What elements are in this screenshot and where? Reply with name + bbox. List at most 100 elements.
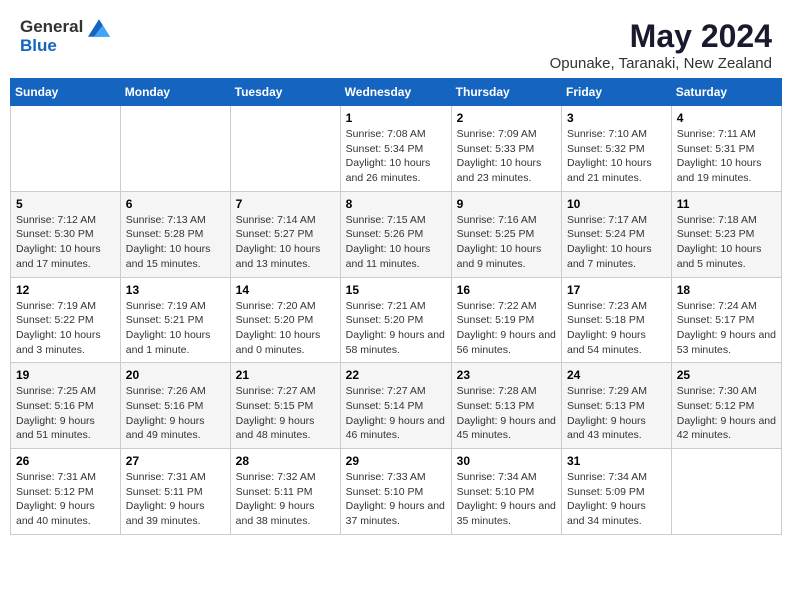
sunset-text: Sunset: 5:13 PM [567, 400, 645, 412]
calendar-cell [671, 449, 781, 535]
title-block: May 2024 Opunake, Taranaki, New Zealand [550, 18, 772, 72]
sunset-text: Sunset: 5:30 PM [16, 228, 94, 240]
calendar-cell: 30Sunrise: 7:34 AMSunset: 5:10 PMDayligh… [451, 449, 561, 535]
header: General Blue May 2024 Opunake, Taranaki,… [10, 10, 782, 78]
sunrise-text: Sunrise: 7:27 AM [236, 385, 316, 397]
sunrise-text: Sunrise: 7:22 AM [457, 300, 537, 312]
daylight-label: Daylight: 10 hours and 7 minutes. [567, 243, 652, 270]
calendar-cell: 18Sunrise: 7:24 AMSunset: 5:17 PMDayligh… [671, 277, 781, 363]
daylight-label: Daylight: 9 hours and 58 minutes. [346, 329, 445, 356]
day-info: Sunrise: 7:33 AMSunset: 5:10 PMDaylight:… [346, 470, 446, 529]
day-number: 19 [16, 368, 115, 382]
sunset-text: Sunset: 5:24 PM [567, 228, 645, 240]
day-header-monday: Monday [120, 79, 230, 106]
daylight-label: Daylight: 10 hours and 23 minutes. [457, 157, 542, 184]
sunrise-text: Sunrise: 7:31 AM [16, 471, 96, 483]
daylight-label: Daylight: 9 hours and 48 minutes. [236, 415, 315, 442]
day-number: 31 [567, 454, 666, 468]
sunset-text: Sunset: 5:18 PM [567, 314, 645, 326]
day-info: Sunrise: 7:28 AMSunset: 5:13 PMDaylight:… [457, 384, 556, 443]
header-row: SundayMondayTuesdayWednesdayThursdayFrid… [11, 79, 782, 106]
calendar-cell: 28Sunrise: 7:32 AMSunset: 5:11 PMDayligh… [230, 449, 340, 535]
sunrise-text: Sunrise: 7:19 AM [16, 300, 96, 312]
sunrise-text: Sunrise: 7:21 AM [346, 300, 426, 312]
day-header-tuesday: Tuesday [230, 79, 340, 106]
day-info: Sunrise: 7:12 AMSunset: 5:30 PMDaylight:… [16, 213, 115, 272]
day-number: 24 [567, 368, 666, 382]
day-info: Sunrise: 7:09 AMSunset: 5:33 PMDaylight:… [457, 127, 556, 186]
sunset-text: Sunset: 5:20 PM [346, 314, 424, 326]
day-header-sunday: Sunday [11, 79, 121, 106]
calendar-cell: 21Sunrise: 7:27 AMSunset: 5:15 PMDayligh… [230, 363, 340, 449]
day-number: 29 [346, 454, 446, 468]
day-info: Sunrise: 7:27 AMSunset: 5:14 PMDaylight:… [346, 384, 446, 443]
sunrise-text: Sunrise: 7:27 AM [346, 385, 426, 397]
sunset-text: Sunset: 5:12 PM [677, 400, 755, 412]
daylight-label: Daylight: 9 hours and 37 minutes. [346, 500, 445, 527]
calendar-cell: 17Sunrise: 7:23 AMSunset: 5:18 PMDayligh… [562, 277, 672, 363]
daylight-label: Daylight: 9 hours and 39 minutes. [126, 500, 205, 527]
day-number: 11 [677, 197, 776, 211]
sunrise-text: Sunrise: 7:34 AM [457, 471, 537, 483]
week-row-3: 19 Sunrise: 7:25 AMSunset: 5:16 PMDayligh… [11, 363, 782, 449]
day-number: 28 [236, 454, 335, 468]
daylight-label: Daylight: 9 hours and 56 minutes. [457, 329, 556, 356]
day-number: 20 [126, 368, 225, 382]
calendar-cell: 11Sunrise: 7:18 AMSunset: 5:23 PMDayligh… [671, 191, 781, 277]
week-row-1: 5Sunrise: 7:12 AMSunset: 5:30 PMDaylight… [11, 191, 782, 277]
week-row-4: 26Sunrise: 7:31 AMSunset: 5:12 PMDayligh… [11, 449, 782, 535]
sunset-text: Sunset: 5:31 PM [677, 143, 755, 155]
sunset-text: Sunset: 5:11 PM [126, 486, 203, 498]
day-info: Sunrise: 7:24 AMSunset: 5:17 PMDaylight:… [677, 299, 776, 358]
calendar-cell [11, 106, 121, 192]
daylight-label: Daylight: 10 hours and 5 minutes. [677, 243, 762, 270]
day-header-wednesday: Wednesday [340, 79, 451, 106]
logo-icon [88, 19, 110, 37]
day-number: 7 [236, 197, 335, 211]
day-info: Sunrise: 7:19 AMSunset: 5:21 PMDaylight:… [126, 299, 225, 358]
sunrise-text: Sunrise: 7:20 AM [236, 300, 316, 312]
week-row-2: 12 Sunrise: 7:19 AMSunset: 5:22 PMDayligh… [11, 277, 782, 363]
calendar-cell: 24Sunrise: 7:29 AMSunset: 5:13 PMDayligh… [562, 363, 672, 449]
sunset-text: Sunset: 5:34 PM [346, 143, 424, 155]
logo-general: General [20, 18, 110, 37]
daylight-label: Daylight: 9 hours and 45 minutes. [457, 415, 556, 442]
day-info: Sunrise: 7:25 AMSunset: 5:16 PMDaylight:… [16, 384, 115, 443]
day-number: 2 [457, 111, 556, 125]
calendar-cell: 19 Sunrise: 7:25 AMSunset: 5:16 PMDayligh… [11, 363, 121, 449]
day-number: 22 [346, 368, 446, 382]
calendar-cell: 26Sunrise: 7:31 AMSunset: 5:12 PMDayligh… [11, 449, 121, 535]
sunrise-text: Sunrise: 7:18 AM [677, 214, 757, 226]
sunset-text: Sunset: 5:27 PM [236, 228, 314, 240]
sunset-text: Sunset: 5:26 PM [346, 228, 424, 240]
daylight-label: Daylight: 10 hours and 3 minutes. [16, 329, 101, 356]
sunrise-text: Sunrise: 7:11 AM [677, 128, 756, 140]
calendar-cell: 23Sunrise: 7:28 AMSunset: 5:13 PMDayligh… [451, 363, 561, 449]
day-info: Sunrise: 7:20 AMSunset: 5:20 PMDaylight:… [236, 299, 335, 358]
sunrise-text: Sunrise: 7:34 AM [567, 471, 647, 483]
sunset-text: Sunset: 5:10 PM [457, 486, 535, 498]
sunrise-text: Sunrise: 7:09 AM [457, 128, 537, 140]
daylight-label: Daylight: 9 hours and 49 minutes. [126, 415, 205, 442]
day-info: Sunrise: 7:14 AMSunset: 5:27 PMDaylight:… [236, 213, 335, 272]
day-number: 25 [677, 368, 776, 382]
day-number: 12 [16, 283, 115, 297]
calendar-cell: 12 Sunrise: 7:19 AMSunset: 5:22 PMDayligh… [11, 277, 121, 363]
sunrise-text: Sunrise: 7:19 AM [126, 300, 206, 312]
day-info: Sunrise: 7:16 AMSunset: 5:25 PMDaylight:… [457, 213, 556, 272]
daylight-label: Daylight: 9 hours and 40 minutes. [16, 500, 95, 527]
daylight-label: Daylight: 9 hours and 51 minutes. [16, 415, 95, 442]
sunset-text: Sunset: 5:16 PM [16, 400, 94, 412]
calendar-cell: 15Sunrise: 7:21 AMSunset: 5:20 PMDayligh… [340, 277, 451, 363]
day-info: Sunrise: 7:19 AMSunset: 5:22 PMDaylight:… [16, 299, 115, 358]
sunset-text: Sunset: 5:14 PM [346, 400, 424, 412]
calendar-cell: 31Sunrise: 7:34 AMSunset: 5:09 PMDayligh… [562, 449, 672, 535]
sunset-text: Sunset: 5:09 PM [567, 486, 645, 498]
sunrise-text: Sunrise: 7:12 AM [16, 214, 96, 226]
page-wrapper: General Blue May 2024 Opunake, Taranaki,… [10, 10, 782, 535]
day-number: 8 [346, 197, 446, 211]
calendar-cell: 20Sunrise: 7:26 AMSunset: 5:16 PMDayligh… [120, 363, 230, 449]
day-number: 16 [457, 283, 556, 297]
calendar-cell: 25Sunrise: 7:30 AMSunset: 5:12 PMDayligh… [671, 363, 781, 449]
sunrise-text: Sunrise: 7:08 AM [346, 128, 426, 140]
